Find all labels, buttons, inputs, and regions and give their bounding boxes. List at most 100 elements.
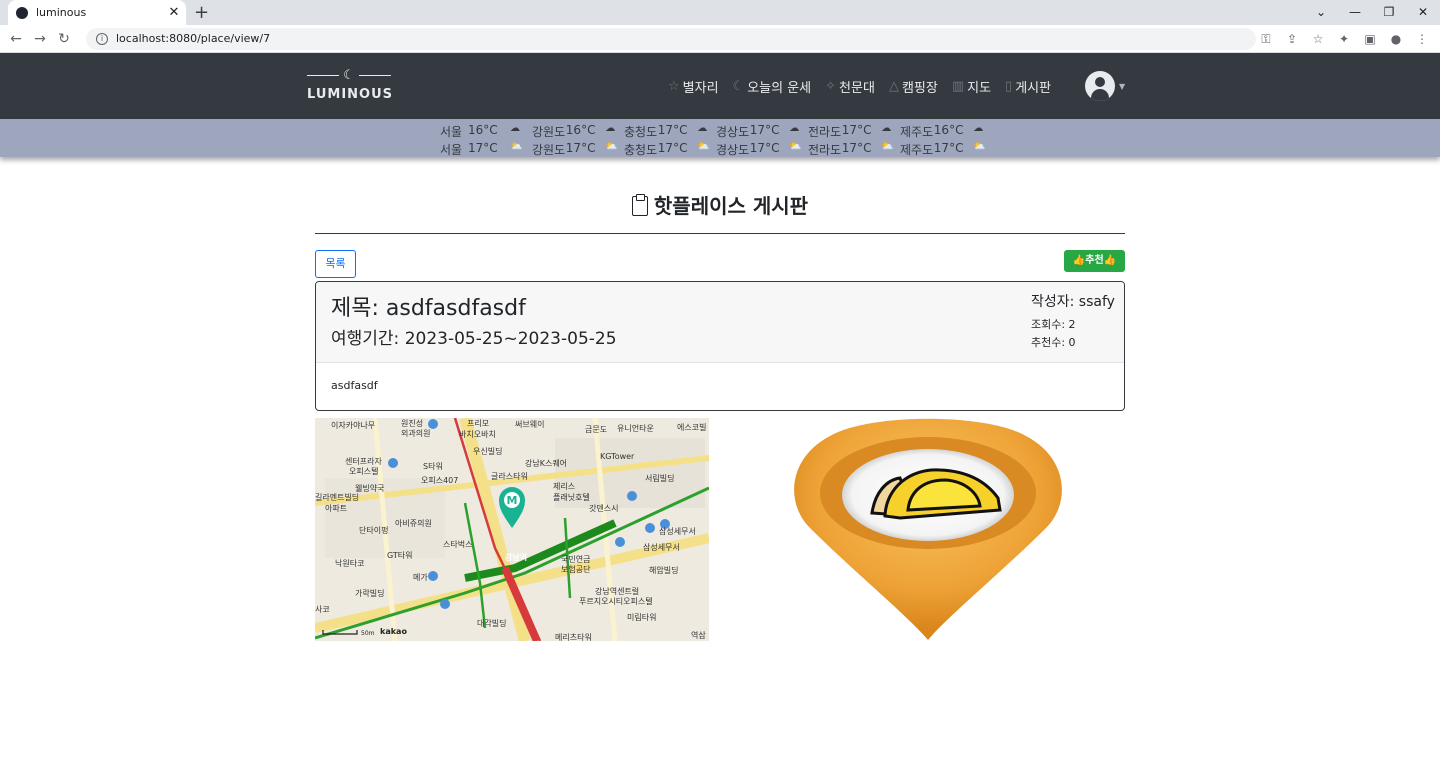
map-label: 우신빌딩 — [473, 447, 503, 456]
browser-tabstrip: luminous ✕ + ⌄ — ❐ ✕ — [0, 0, 1440, 25]
menu-label: 천문대 — [839, 80, 875, 96]
menu-board[interactable]: ▯ 게시판 — [1005, 77, 1051, 96]
weather-bar: 서울 16°C ☁ 강원도 16°C ☁ 충청도 17°C ☁ 경상도 17°C ☁ 전라도 17… — [0, 119, 1440, 157]
post-period: 여행기간: 2023-05-25~2023-05-25 — [331, 329, 617, 349]
bookmark-star-icon[interactable]: ☆ — [1308, 29, 1328, 49]
partly-sunny-icon: ⛅ — [973, 141, 986, 152]
map-label: 사코 — [315, 605, 330, 614]
recommend-button[interactable]: 👍추천👍 — [1064, 250, 1125, 272]
region: 강원도 — [532, 143, 566, 157]
menu-map[interactable]: ▥ 지도 — [952, 77, 991, 96]
sparkle-icon: ✧ — [825, 78, 837, 94]
temperature: 17°C — [657, 141, 688, 155]
map-icon: ▥ — [951, 78, 965, 94]
region: 충청도 — [624, 143, 658, 157]
region: 제주도 — [900, 143, 934, 157]
map-label: 에스코빌 — [677, 423, 707, 432]
chevron-down-icon: ▼ — [1119, 81, 1126, 91]
site-info-icon[interactable]: i — [96, 32, 108, 45]
menu-camping[interactable]: △ 캠핑장 — [889, 77, 938, 96]
cloud-icon: ☁ — [510, 123, 520, 134]
avatar — [1085, 71, 1115, 101]
weather-item: 전라도 17°C ⛅ — [808, 141, 900, 158]
weather-item: 충청도 17°C ☁ — [624, 123, 716, 140]
sidepanel-icon[interactable]: ▣ — [1360, 29, 1380, 49]
map-scale: 50m — [361, 630, 375, 637]
back-icon[interactable]: ← — [4, 31, 28, 47]
region: 서울 — [440, 125, 463, 139]
list-button[interactable]: 목록 — [315, 250, 356, 278]
region: 강원도 — [532, 125, 566, 139]
restore-icon[interactable]: ❐ — [1372, 0, 1406, 25]
weather-item: 서울 16°C ☁ — [440, 123, 532, 140]
map-label: 프리모 — [467, 419, 490, 428]
region: 전라도 — [808, 125, 842, 139]
moon-sparkle-icon: ☾ — [343, 67, 355, 83]
new-tab-icon[interactable]: + — [194, 2, 209, 23]
cloud-icon: ☁ — [697, 123, 708, 134]
temperature: 17°C — [657, 123, 688, 137]
menu-observatory[interactable]: ✧ 천문대 — [825, 77, 875, 96]
kebab-menu-icon[interactable]: ⋮ — [1412, 29, 1432, 49]
temperature: 16°C — [565, 123, 596, 137]
temperature: 17°C — [933, 141, 964, 155]
main-menu: ☆ 별자리 ☾ 오늘의 운세 ✧ 천문대 △ 캠핑장 ▥ 지도 ▯ 게시판 — [668, 53, 1051, 119]
post-recommends: 추천수: 0 — [1031, 336, 1076, 349]
menu-fortune[interactable]: ☾ 오늘의 운세 — [733, 77, 812, 96]
map-label: 미림타워 — [627, 613, 657, 622]
profile-icon[interactable]: ● — [1386, 29, 1406, 49]
map-label: 아비쥬의원 — [395, 519, 432, 528]
tab-search-icon[interactable]: ⌄ — [1304, 0, 1338, 25]
browser-tab[interactable]: luminous ✕ — [8, 0, 186, 25]
forward-icon[interactable]: → — [28, 31, 52, 47]
key-icon[interactable]: ⚿ — [1256, 29, 1276, 49]
menu-label: 캠핑장 — [901, 80, 938, 96]
weather-item: 경상도 17°C ⛅ — [716, 141, 808, 158]
map-label: 낙원타코 — [335, 559, 365, 568]
reload-icon[interactable]: ↻ — [52, 31, 76, 47]
post-writer: 작성자: ssafy — [1031, 294, 1115, 310]
clipboard-icon — [631, 194, 648, 216]
map-label: 보험공단 — [561, 565, 591, 574]
close-tab-icon[interactable]: ✕ — [166, 5, 182, 20]
menu-label: 별자리 — [682, 80, 719, 96]
map-label: KGTower — [600, 452, 635, 461]
post-views: 조회수: 2 — [1031, 318, 1076, 331]
share-icon[interactable]: ⇪ — [1282, 29, 1302, 49]
minimize-icon[interactable]: — — [1338, 0, 1372, 25]
browser-actions: ⚿ ⇪ ☆ ✦ ▣ ● ⋮ — [1256, 29, 1432, 49]
extensions-icon[interactable]: ✦ — [1334, 29, 1354, 49]
temperature: 17°C — [749, 123, 780, 137]
kakao-logo: kakao — [380, 627, 407, 636]
logo[interactable]: ☾ LUMINOUS — [307, 67, 393, 102]
page-title: 핫플레이스 게시판 — [0, 190, 1440, 219]
temperature: 17°C — [468, 141, 498, 155]
map-label: 갓덴스시 — [589, 504, 619, 513]
map-label: 삼성세무서 — [643, 543, 680, 552]
temperature: 17°C — [841, 123, 872, 137]
map-label: 메가 — [413, 573, 428, 582]
tab-title: luminous — [36, 6, 87, 19]
map-label: 이자카야나무 — [331, 421, 376, 430]
menu-label: 오늘의 운세 — [747, 80, 812, 96]
temperature: 16°C — [933, 123, 964, 137]
url-field[interactable]: i localhost:8080/place/view/7 — [86, 27, 1256, 50]
temperature: 17°C — [565, 141, 596, 155]
map-label: 오피스텔 — [349, 467, 379, 476]
map-label: 써브웨이 — [515, 420, 545, 429]
divider — [315, 233, 1125, 234]
kakao-map[interactable]: M 이자카야나무 원진성 외과의원 프리모 바치오바치 써브웨이 금문도 유니언… — [315, 418, 709, 641]
user-menu[interactable]: ▼ — [1085, 71, 1125, 101]
menu-constellation[interactable]: ☆ 별자리 — [668, 77, 719, 96]
menu-label: 지도 — [967, 80, 992, 96]
close-window-icon[interactable]: ✕ — [1406, 0, 1440, 25]
svg-text:M: M — [507, 494, 518, 507]
place-pin-image — [794, 418, 1062, 640]
map-label: 글라스타워 — [491, 472, 528, 481]
map-label: 단타이펑 — [359, 526, 389, 535]
logo-text: LUMINOUS — [307, 87, 393, 102]
region: 제주도 — [900, 125, 934, 139]
url-text: localhost:8080/place/view/7 — [116, 32, 271, 45]
map-label: 유니언타운 — [617, 424, 654, 433]
weather-row-tomorrow: 서울 17°C ⛅ 강원도 17°C ⛅ 충청도 17°C ⛅ 경상도 17°C ⛅ 전라도 17… — [440, 141, 992, 158]
